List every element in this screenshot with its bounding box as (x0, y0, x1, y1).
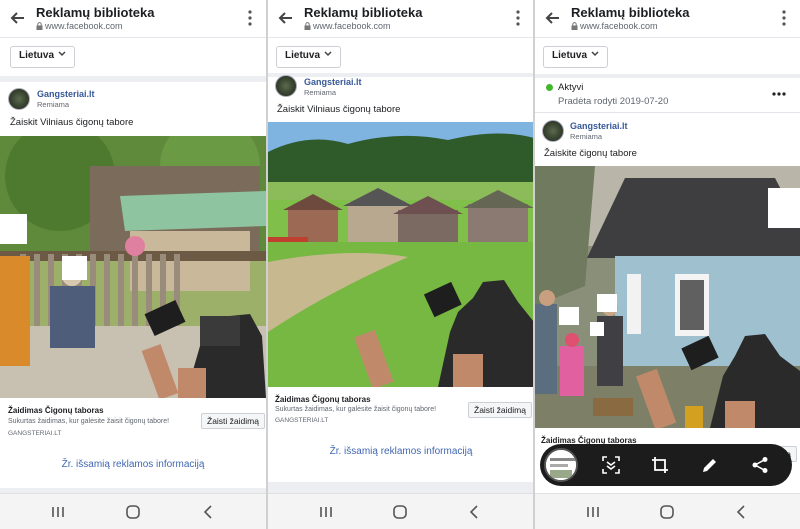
chevron-down-icon (591, 51, 599, 57)
sponsored-label: Remiama (304, 88, 337, 97)
screenshot-panel-2: Reklamų biblioteka www.facebook.com Liet… (268, 0, 534, 529)
kebab-menu-icon[interactable] (516, 10, 520, 26)
android-nav-bar (268, 493, 534, 529)
page-url: www.facebook.com (36, 21, 123, 31)
play-game-button[interactable]: Žaisti žaidimą (468, 402, 532, 418)
home-icon[interactable] (659, 504, 675, 520)
ad-image[interactable] (0, 136, 266, 398)
ad-image-artwork (0, 136, 266, 398)
avatar[interactable] (8, 88, 30, 110)
country-filter-dropdown[interactable]: Lietuva (276, 46, 342, 68)
lock-icon (304, 22, 311, 30)
top-app-bar: Reklamų biblioteka www.facebook.com (268, 0, 534, 36)
divider (268, 37, 534, 38)
ad-text: Žaiskite čigonų tabore (544, 148, 637, 159)
sponsored-label: Remiama (37, 100, 70, 109)
top-app-bar: Reklamų biblioteka www.facebook.com (0, 0, 266, 36)
advertiser-name[interactable]: Gangsteriai.lt (570, 121, 628, 131)
divider (535, 37, 800, 38)
back-arrow-icon[interactable] (278, 10, 294, 26)
page-title: Reklamų biblioteka (304, 5, 423, 20)
lock-icon (571, 22, 578, 30)
more-horizontal-icon[interactable] (772, 92, 786, 96)
ad-card: Gangsteriai.lt Remiama Žaiskit Vilniaus … (268, 75, 534, 482)
page-url: www.facebook.com (571, 21, 658, 31)
back-arrow-icon[interactable] (10, 10, 26, 26)
back-arrow-icon[interactable] (545, 10, 561, 26)
ad-card: Aktyvi Pradėta rodyti 2019-07-20 Gangste… (535, 78, 800, 490)
start-date-label: Pradėta rodyti 2019-07-20 (558, 96, 669, 107)
thumbnail-preview (546, 450, 576, 480)
ad-image-artwork (268, 122, 534, 387)
cta-domain: GANGSTERIAI.LT (8, 430, 62, 437)
cta-title: Žaidimas Čigonų taboras (8, 406, 104, 415)
ad-card: Gangsteriai.lt Remiama Žaiskit Vilniaus … (0, 82, 266, 490)
nav-back-icon[interactable] (466, 504, 482, 520)
nav-back-icon[interactable] (200, 504, 216, 520)
advertiser-name[interactable]: Gangsteriai.lt (304, 77, 362, 87)
draw-icon[interactable] (701, 456, 719, 474)
screenshot-thumbnail[interactable] (544, 448, 578, 482)
share-icon[interactable] (751, 456, 769, 474)
country-filter-dropdown[interactable]: Lietuva (543, 46, 609, 68)
advertiser-name[interactable]: Gangsteriai.lt (37, 89, 95, 99)
divider (0, 37, 266, 38)
ad-text: Žaiskit Vilniaus čigonų tabore (277, 104, 401, 115)
ad-details-link[interactable]: Žr. išsamią reklamos informaciją (0, 459, 266, 470)
ad-image-artwork (535, 166, 800, 428)
divider (535, 112, 800, 113)
censor-box (559, 307, 579, 325)
kebab-menu-icon[interactable] (782, 10, 786, 26)
country-filter-dropdown[interactable]: Lietuva (10, 46, 76, 68)
top-app-bar: Reklamų biblioteka www.facebook.com (535, 0, 800, 36)
cta-description: Sukurtas žaidimas, kur galėsite žaisit č… (8, 418, 170, 425)
android-nav-bar (535, 493, 800, 529)
chevron-down-icon (58, 51, 66, 57)
ad-image[interactable] (268, 122, 534, 387)
avatar[interactable] (542, 120, 564, 142)
home-icon[interactable] (125, 504, 141, 520)
home-icon[interactable] (392, 504, 408, 520)
sponsored-label: Remiama (570, 132, 603, 141)
screenshot-panel-1: Reklamų biblioteka www.facebook.com Liet… (0, 0, 266, 529)
screenshot-toolbar (540, 444, 792, 486)
censor-box (768, 188, 800, 228)
censor-box (62, 256, 87, 280)
scroll-capture-icon[interactable] (602, 456, 620, 474)
active-status-dot (546, 84, 553, 91)
censor-box (590, 322, 604, 336)
cta-description: Sukurtas žaidimas, kur galėsite žaisit č… (275, 406, 437, 413)
avatar[interactable] (275, 75, 297, 97)
recent-apps-icon[interactable] (50, 504, 66, 520)
cta-domain: GANGSTERIAI.LT (275, 417, 329, 424)
ad-details-link[interactable]: Žr. išsamią reklamos informaciją (268, 446, 534, 457)
recent-apps-icon[interactable] (318, 504, 334, 520)
android-nav-bar (0, 493, 266, 529)
chevron-down-icon (324, 51, 332, 57)
crop-icon[interactable] (651, 456, 669, 474)
ad-text: Žaiskit Vilniaus čigonų tabore (10, 117, 134, 128)
censor-box (597, 294, 617, 312)
ad-image[interactable] (535, 166, 800, 428)
lock-icon (36, 22, 43, 30)
page-title: Reklamų biblioteka (571, 5, 690, 20)
play-game-button[interactable]: Žaisti žaidimą (201, 413, 265, 429)
cta-title: Žaidimas Čigonų taboras (275, 395, 371, 404)
page-title: Reklamų biblioteka (36, 5, 155, 20)
page-url: www.facebook.com (304, 21, 391, 31)
censor-box (0, 214, 27, 244)
recent-apps-icon[interactable] (585, 504, 601, 520)
kebab-menu-icon[interactable] (248, 10, 252, 26)
status-label: Aktyvi (558, 82, 584, 93)
nav-back-icon[interactable] (733, 504, 749, 520)
